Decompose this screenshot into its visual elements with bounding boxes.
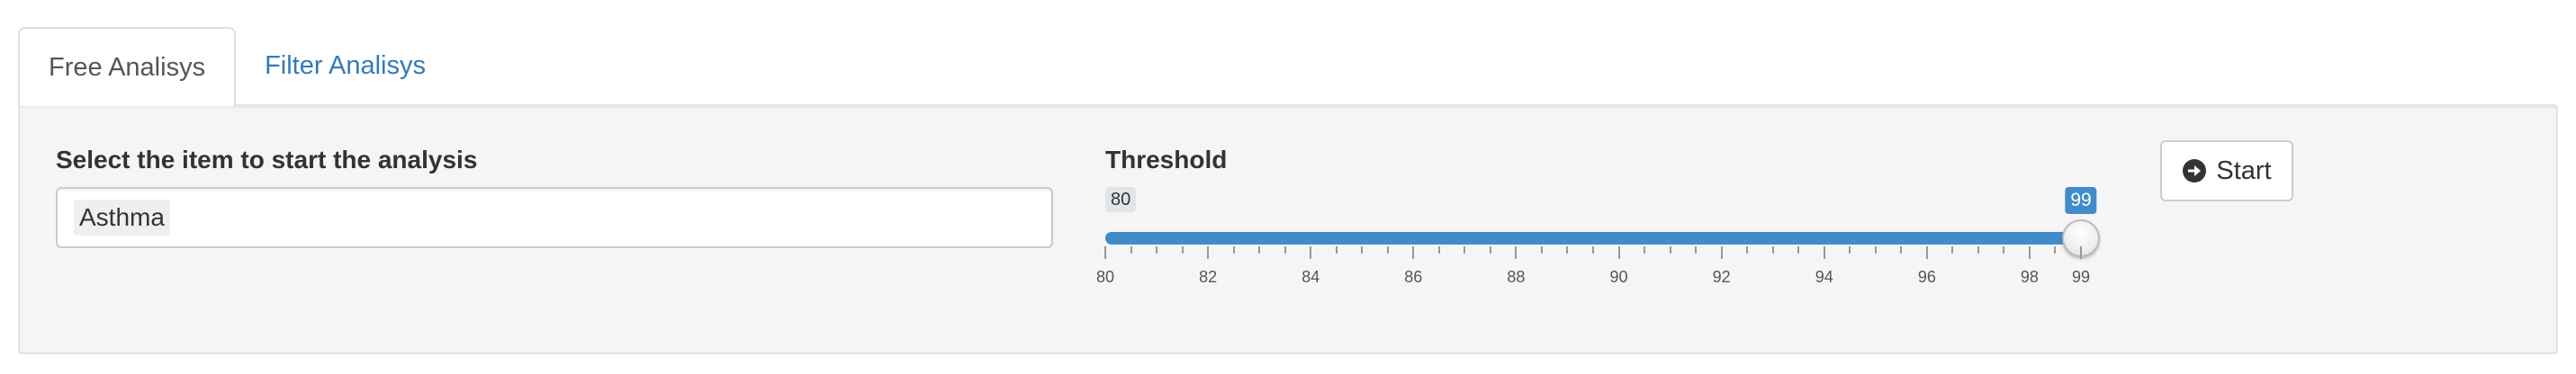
slider-minor-tick (2054, 246, 2057, 254)
slider-minor-tick (1130, 246, 1132, 254)
slider-minor-tick (1386, 246, 1389, 254)
slider-minor-tick (1592, 246, 1594, 254)
start-button[interactable]: Start (2160, 140, 2293, 201)
slider-minor-tick (1361, 246, 1364, 254)
slider-major-tick (1925, 246, 1928, 259)
slider-tick-label: 82 (1199, 268, 1218, 286)
slider-tick-label: 94 (1815, 268, 1833, 286)
analysis-panel: Select the item to start the analysis As… (18, 104, 2558, 354)
tab-label: Filter Analisys (265, 50, 426, 80)
slider-major-tick (1515, 246, 1518, 259)
slider-major-tick (1412, 246, 1415, 259)
slider-minor-tick (1566, 246, 1569, 254)
slider-minor-tick (1437, 246, 1440, 254)
slider-minor-tick (1232, 246, 1235, 254)
slider-tick-label: 84 (1302, 268, 1320, 286)
slider-minor-tick (1156, 246, 1158, 254)
slider-minor-tick (1335, 246, 1338, 254)
slider-major-tick (1823, 246, 1825, 259)
threshold-label: Threshold (1105, 146, 1228, 174)
slider-major-tick (1720, 246, 1723, 259)
slider-major-tick (1310, 246, 1312, 259)
slider-min-label: 80 (1105, 187, 1137, 212)
start-button-label: Start (2216, 156, 2272, 185)
slider-minor-tick (1644, 246, 1646, 254)
item-select-input[interactable]: Asthma (56, 187, 1053, 248)
slider-value-label: 99 (2065, 187, 2097, 214)
slider-minor-tick (1489, 246, 1491, 254)
slider-track-fill (1105, 232, 2081, 245)
circle-arrow-right-icon (2183, 159, 2207, 183)
slider-minor-tick (1874, 246, 1877, 254)
slider-major-tick (2028, 246, 2031, 259)
slider-minor-tick (1464, 246, 1466, 254)
slider-minor-tick (1283, 246, 1286, 254)
slider-tick-label: 90 (1609, 268, 1628, 286)
slider-minor-tick (1669, 246, 1671, 254)
tab-label: Free Analisys (49, 52, 206, 82)
slider-minor-tick (1900, 246, 1903, 254)
slider-track[interactable] (1105, 232, 2081, 245)
slider-major-tick (2080, 246, 2082, 259)
slider-minor-tick (1951, 246, 1954, 254)
slider-minor-tick (1797, 246, 1800, 254)
tab-filter-analysis[interactable]: Filter Analisys (236, 27, 455, 104)
item-select-label: Select the item to start the analysis (56, 146, 478, 174)
slider-minor-tick (1771, 246, 1774, 254)
tab-free-analysis[interactable]: Free Analisys (18, 27, 237, 106)
slider-minor-tick (1181, 246, 1184, 254)
slider-minor-tick (1695, 246, 1698, 254)
slider-minor-tick (2003, 246, 2005, 254)
threshold-slider[interactable]: 80 99 80 82 84 86 88 90 92 94 96 98 99 (1096, 187, 2140, 322)
slider-tick-label: 96 (1917, 268, 1936, 286)
slider-minor-tick (1540, 246, 1543, 254)
slider-minor-tick (1258, 246, 1261, 254)
slider-tick-label: 88 (1507, 268, 1526, 286)
selected-item-chip[interactable]: Asthma (74, 200, 170, 236)
slider-minor-tick (1977, 246, 1979, 254)
slider-major-tick (1207, 246, 1210, 259)
slider-major-tick (1617, 246, 1620, 259)
slider-tick-label: 99 (2071, 268, 2091, 286)
app-root: Free Analisys Filter Analisys Select the… (0, 0, 2576, 374)
slider-tick-label: 80 (1095, 268, 1115, 286)
slider-tick-label: 98 (2020, 268, 2039, 286)
slider-tick-label: 86 (1404, 268, 1423, 286)
tab-bar: Free Analisys Filter Analisys (18, 27, 455, 106)
slider-minor-tick (1849, 246, 1851, 254)
slider-major-tick (1104, 246, 1106, 259)
slider-minor-tick (1746, 246, 1749, 254)
slider-ticks: 80 82 84 86 88 90 92 94 96 98 99 (1096, 246, 2090, 309)
slider-tick-label: 92 (1712, 268, 1731, 286)
